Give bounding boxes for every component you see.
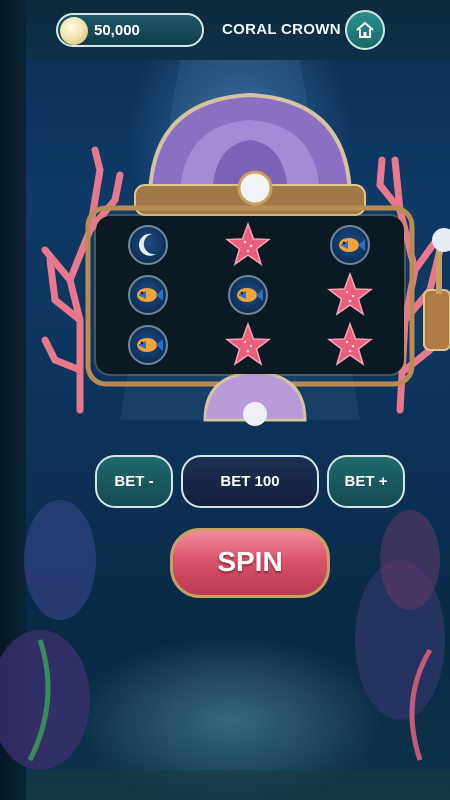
reel-symbol-fish <box>125 322 171 368</box>
moon-icon <box>128 225 168 265</box>
reel-symbol-starfish <box>326 321 374 368</box>
scene-decoration <box>0 60 450 800</box>
fish-icon <box>330 225 370 265</box>
reel-symbol-fish <box>125 272 171 318</box>
spin-button[interactable]: SPIN <box>170 528 330 598</box>
top-shell <box>134 92 366 216</box>
fish-icon <box>228 275 268 315</box>
reel-symbol-moon <box>125 222 171 268</box>
bet-amount-display: BET 100 <box>181 455 319 508</box>
fish-icon <box>128 275 168 315</box>
reel-window <box>96 216 404 374</box>
pearl-coin-icon <box>60 17 88 45</box>
reel-symbol-starfish <box>326 271 374 318</box>
reel-symbol-fish <box>225 272 271 318</box>
balance-display: 50,000 <box>56 13 204 47</box>
game-title: CORAL CROWN <box>222 21 341 38</box>
home-icon <box>356 21 374 38</box>
reel-symbol-fish <box>327 222 373 268</box>
reel-symbol-starfish <box>224 221 272 268</box>
home-button[interactable] <box>345 10 385 50</box>
balance-value: 50,000 <box>94 22 140 39</box>
bet-increase-button[interactable]: BET + <box>327 455 405 508</box>
reel-symbol-starfish <box>224 321 272 368</box>
bet-decrease-button[interactable]: BET - <box>95 455 173 508</box>
fish-icon <box>128 325 168 365</box>
